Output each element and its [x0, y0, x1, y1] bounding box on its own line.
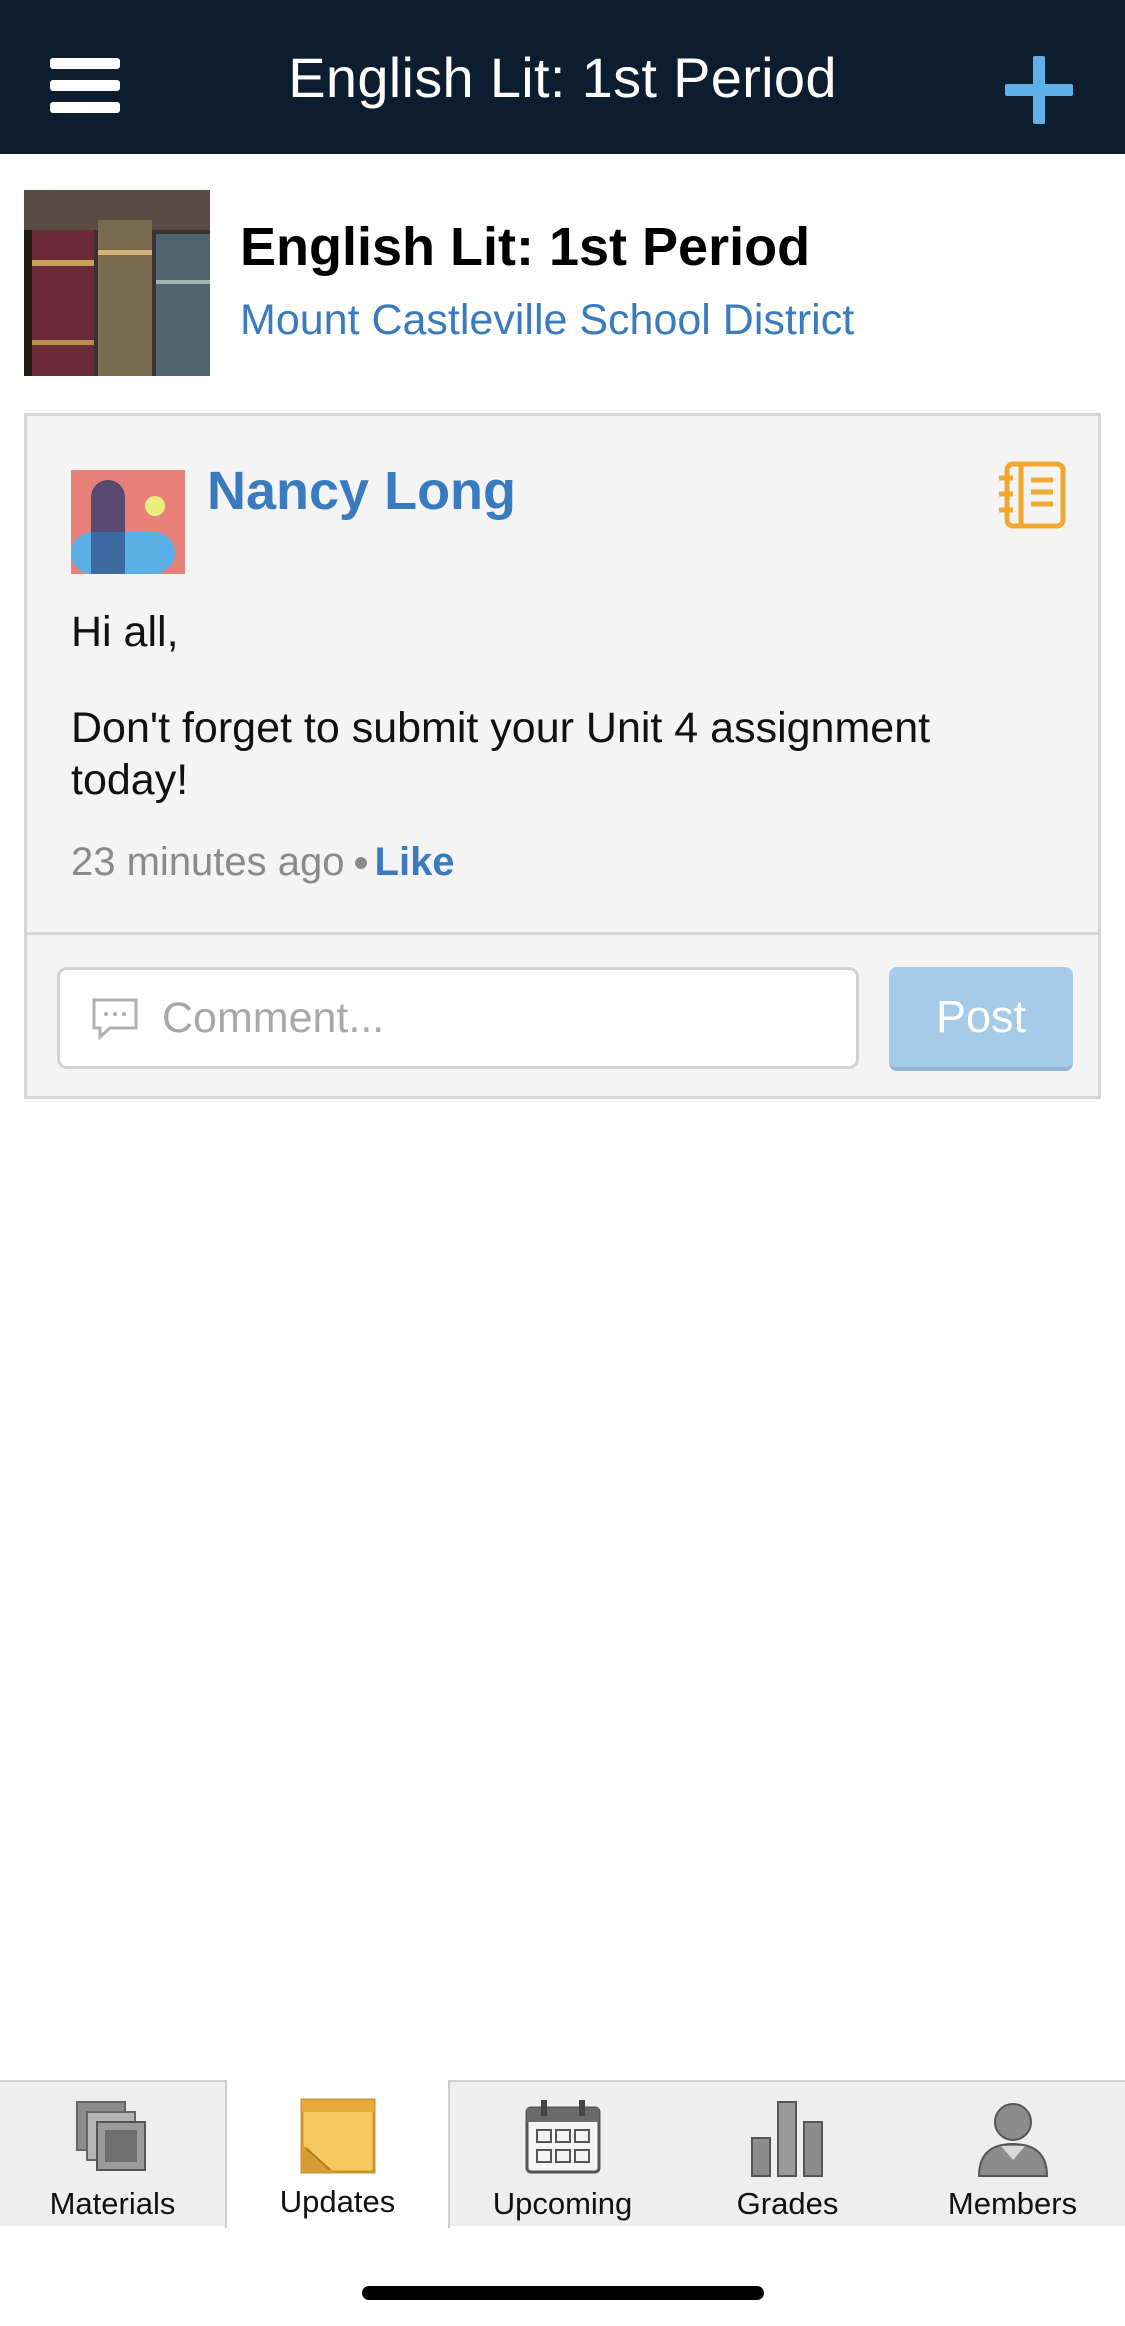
course-thumbnail[interactable] — [24, 190, 210, 376]
members-icon — [977, 2103, 1048, 2177]
page-title: English Lit: 1st Period — [288, 45, 837, 109]
post-body: Hi all, Don't forget to submit your Unit… — [71, 606, 1051, 850]
district-link[interactable]: Mount Castleville School District — [240, 296, 854, 345]
separator-dot — [354, 856, 367, 869]
tab-members[interactable]: Members — [900, 2082, 1125, 2228]
tab-label: Materials — [49, 2186, 176, 2221]
tab-upcoming[interactable]: Upcoming — [450, 2082, 675, 2228]
grades-icon — [750, 2101, 823, 2177]
post-greeting: Hi all, — [71, 608, 179, 656]
calendar-icon — [525, 2100, 600, 2174]
comment-input[interactable]: Comment... — [57, 967, 859, 1069]
tab-label: Upcoming — [492, 2186, 633, 2221]
tab-updates[interactable]: Updates — [225, 2080, 450, 2228]
post-timestamp: 23 minutes ago — [71, 840, 345, 884]
course-header: English Lit: 1st Period Mount Castlevill… — [24, 190, 1104, 376]
tab-label: Grades — [736, 2186, 839, 2221]
like-button[interactable]: Like — [375, 840, 455, 885]
plus-icon[interactable] — [1005, 56, 1073, 124]
comment-area: Comment... Post — [27, 932, 1098, 1096]
update-post-card: Nancy Long Hi all, Don't forget to submi… — [24, 413, 1101, 1099]
hamburger-menu-icon[interactable] — [50, 58, 120, 114]
bottom-tab-bar: Materials Updates Upcoming Grades Member… — [0, 2080, 1125, 2228]
comment-placeholder: Comment... — [162, 993, 385, 1042]
comment-bubble-icon — [92, 998, 138, 1040]
materials-icon — [75, 2101, 146, 2171]
author-name[interactable]: Nancy Long — [207, 460, 516, 522]
home-indicator — [362, 2286, 764, 2300]
updates-icon — [300, 2098, 375, 2174]
tab-label: Updates — [279, 2184, 396, 2219]
top-navigation-bar: English Lit: 1st Period — [0, 0, 1125, 154]
tab-materials[interactable]: Materials — [0, 2082, 225, 2228]
tab-grades[interactable]: Grades — [675, 2082, 900, 2228]
avatar[interactable] — [71, 470, 185, 574]
notebook-icon[interactable] — [997, 458, 1069, 530]
course-title: English Lit: 1st Period — [240, 217, 811, 277]
post-meta: 23 minutes ago Like — [71, 840, 455, 885]
post-button[interactable]: Post — [889, 967, 1073, 1071]
post-message: Don't forget to submit your Unit 4 assig… — [71, 704, 931, 804]
tab-label: Members — [947, 2186, 1078, 2221]
